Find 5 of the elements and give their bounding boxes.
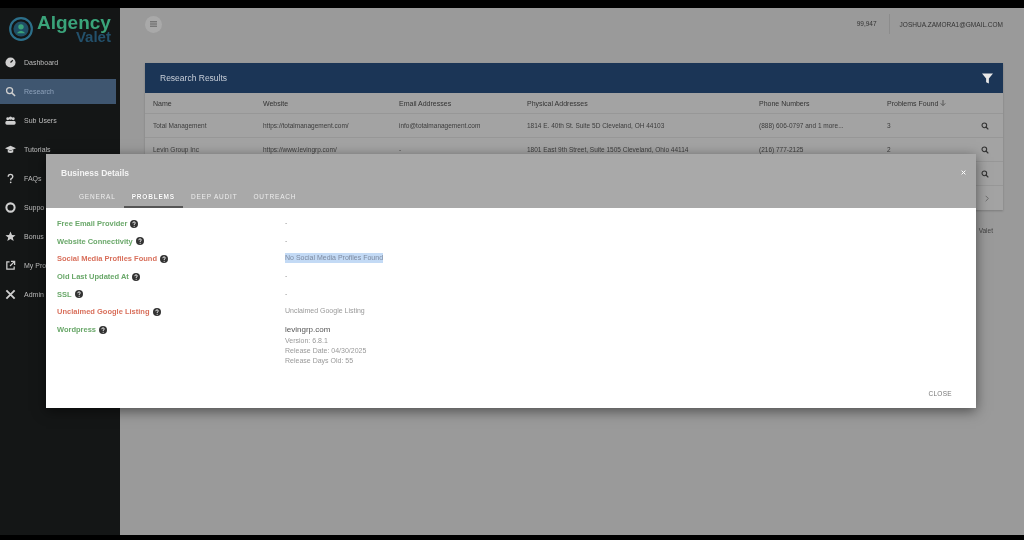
dialog-title: Business Details [61, 167, 130, 178]
card-title: Research Results [160, 73, 228, 83]
logo-text: Valet [75, 30, 111, 44]
logo-text: Algency [37, 14, 111, 31]
problem-value: levingrp.com [285, 324, 331, 337]
